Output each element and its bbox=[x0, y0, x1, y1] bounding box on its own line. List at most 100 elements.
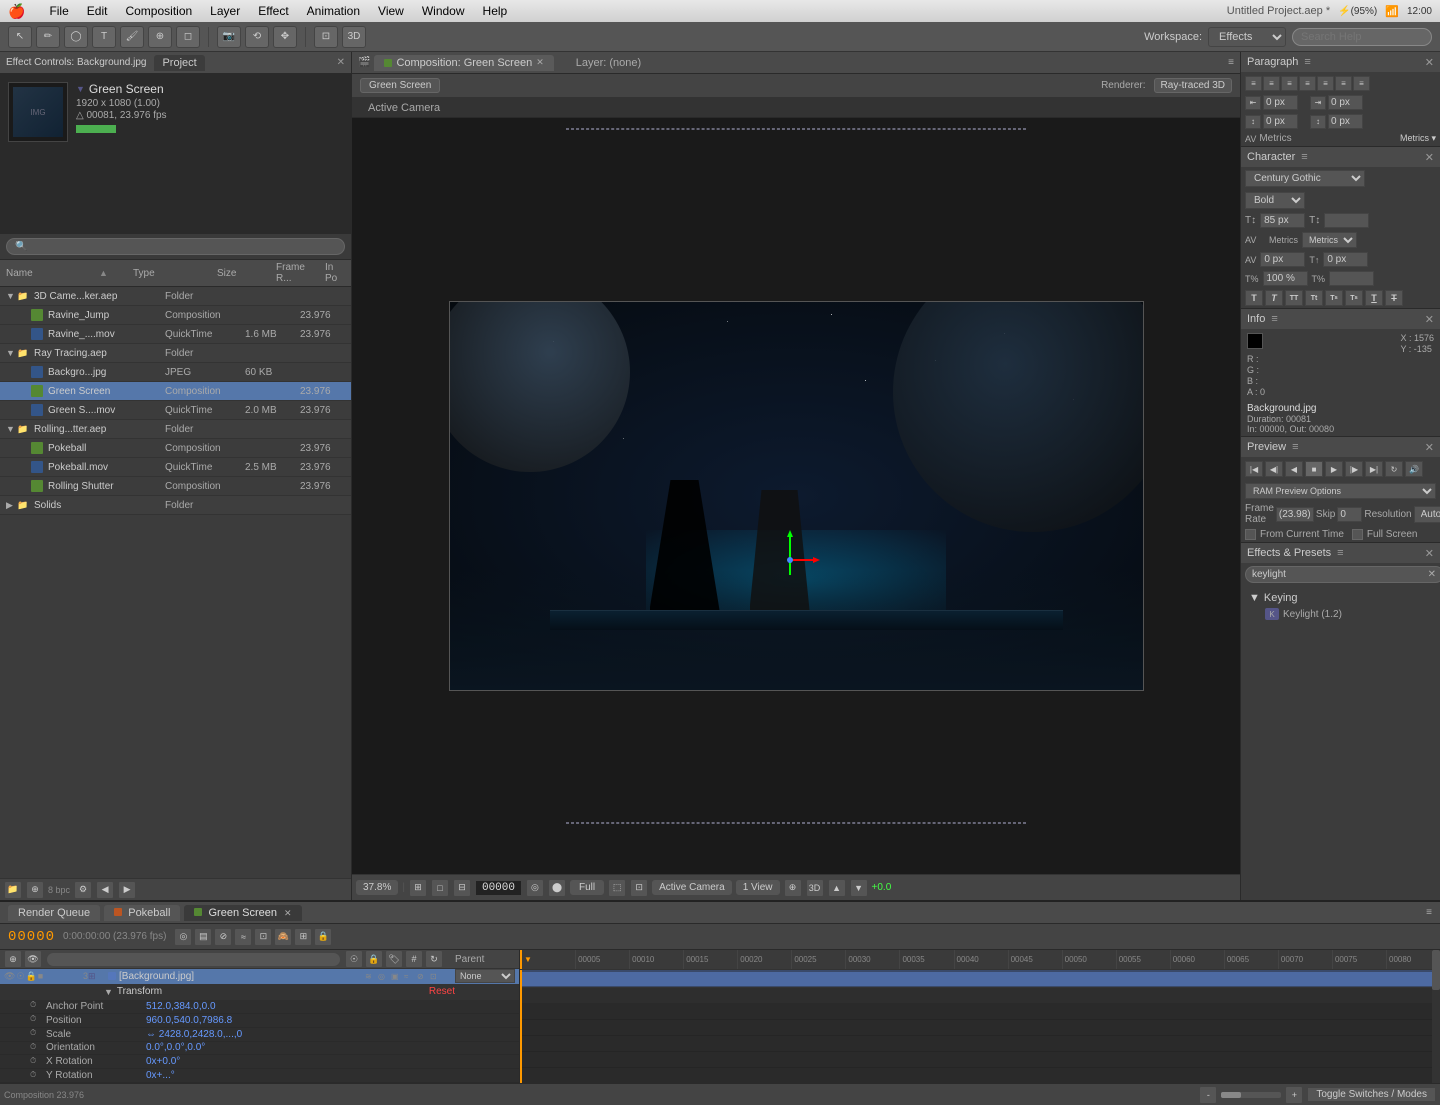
workspace-dropdown[interactable]: Effects bbox=[1208, 27, 1286, 47]
green-screen-tab-close[interactable]: ✕ bbox=[284, 908, 292, 918]
list-item[interactable]: ▼ 📁 Rolling...tter.aep Folder bbox=[0, 420, 351, 439]
list-item[interactable]: Green Screen Composition 23.976 bbox=[0, 382, 351, 401]
timeline-scrollbar-v[interactable] bbox=[1432, 950, 1440, 1083]
layer-row-background[interactable]: 👁 ☉ 🔒 ■ 3 ⊞ [Background.jpg] ≋ bbox=[0, 969, 519, 985]
draft-3d[interactable]: 3D bbox=[806, 879, 824, 897]
prop-value-position[interactable]: 960.0,540.0,7986.8 bbox=[146, 1015, 232, 1026]
font-size-input[interactable] bbox=[1260, 213, 1305, 228]
quality-dropdown[interactable]: Full bbox=[570, 880, 604, 895]
switch-6[interactable]: ⊡ bbox=[430, 972, 442, 981]
preview-close[interactable]: ✕ bbox=[1425, 441, 1434, 454]
layer-toggle[interactable]: ▤ bbox=[194, 928, 212, 946]
menu-effect[interactable]: Effect bbox=[250, 2, 296, 20]
toolbar-shape-tool[interactable]: ◯ bbox=[64, 26, 88, 48]
menu-help[interactable]: Help bbox=[475, 2, 516, 20]
collapse-toggle[interactable]: ⊞ bbox=[294, 928, 312, 946]
comment-btn[interactable]: # bbox=[405, 950, 423, 968]
toggle-switches-button[interactable]: Toggle Switches / Modes bbox=[1307, 1087, 1436, 1102]
live-update-toggle[interactable]: ⊡ bbox=[254, 928, 272, 946]
show-render[interactable]: ▼ bbox=[850, 879, 868, 897]
render-toggle[interactable]: ⊕ bbox=[784, 879, 802, 897]
menu-animation[interactable]: Animation bbox=[299, 2, 368, 20]
layer-color-label[interactable] bbox=[108, 972, 116, 980]
text-all-caps-btn[interactable]: TT bbox=[1285, 290, 1303, 306]
text-small-caps-btn[interactable]: Tt bbox=[1305, 290, 1323, 306]
text-underline-btn[interactable]: T bbox=[1365, 290, 1383, 306]
timeline-zoom-slider[interactable] bbox=[1221, 1092, 1281, 1098]
list-item[interactable]: Ravine_Jump Composition 23.976 bbox=[0, 306, 351, 325]
list-item[interactable]: Pokeball.mov QuickTime 2.5 MB 23.976 bbox=[0, 458, 351, 477]
expand-arrow[interactable]: ▼ bbox=[6, 348, 16, 358]
align-left-btn[interactable]: ≡ bbox=[1245, 76, 1262, 91]
justify-left-btn[interactable]: ≡ bbox=[1299, 76, 1316, 91]
toolbar-pen-tool[interactable]: ✏ bbox=[36, 26, 60, 48]
resolution-toggle[interactable]: ⊞ bbox=[409, 879, 427, 897]
info-close[interactable]: ✕ bbox=[1425, 313, 1434, 326]
show-layer[interactable]: ▲ bbox=[828, 879, 846, 897]
tab-green-screen[interactable]: Green Screen ✕ bbox=[184, 905, 301, 921]
text-italic-btn[interactable]: T bbox=[1265, 290, 1283, 306]
refresh-btn[interactable]: ↻ bbox=[425, 950, 443, 968]
project-scroll-left[interactable]: ◀ bbox=[96, 881, 114, 899]
pixel-aspect[interactable]: ⊡ bbox=[630, 879, 648, 897]
timeline-timecode-display[interactable]: 00000 bbox=[8, 929, 55, 945]
panel-close-left[interactable]: ✕ bbox=[337, 57, 345, 68]
prop-stopwatch-scale[interactable]: ⏱ bbox=[30, 1028, 42, 1040]
switch-2[interactable]: ◎ bbox=[378, 972, 390, 981]
menu-view[interactable]: View bbox=[370, 2, 412, 20]
step-fwd-btn[interactable]: |▶ bbox=[1345, 461, 1363, 477]
prop-value-x-rotation[interactable]: 0x+0.0° bbox=[146, 1056, 180, 1067]
comp-tab-close[interactable]: ✕ bbox=[536, 57, 544, 68]
effects-search-clear[interactable]: ✕ bbox=[1428, 569, 1436, 580]
menu-layer[interactable]: Layer bbox=[202, 2, 248, 20]
label-btn[interactable]: 🏷 bbox=[385, 950, 403, 968]
skip-input[interactable] bbox=[1337, 507, 1362, 522]
menu-edit[interactable]: Edit bbox=[79, 2, 116, 20]
character-close[interactable]: ✕ bbox=[1425, 151, 1434, 164]
space-before-input[interactable] bbox=[1263, 114, 1298, 129]
toolbar-select-tool[interactable]: ↖ bbox=[8, 26, 32, 48]
indent-right-input[interactable] bbox=[1328, 95, 1363, 110]
prop-stopwatch-anchor[interactable]: ⏱ bbox=[30, 1000, 42, 1012]
text-super-btn[interactable]: Ts bbox=[1325, 290, 1343, 306]
prop-stopwatch-position[interactable]: ⏱ bbox=[30, 1014, 42, 1026]
align-center-btn[interactable]: ≡ bbox=[1263, 76, 1280, 91]
timeline-options[interactable]: ≡ bbox=[1426, 907, 1432, 918]
comp-panel-options[interactable]: ≡ bbox=[1228, 57, 1234, 68]
prop-value-y-rotation[interactable]: 0x+...° bbox=[146, 1070, 175, 1081]
effects-item-keylight[interactable]: K Keylight (1.2) bbox=[1245, 606, 1436, 622]
transform-arrow[interactable]: ▼ bbox=[104, 987, 113, 997]
toolbar-eraser-tool[interactable]: ◻ bbox=[176, 26, 200, 48]
resolution-dropdown[interactable]: Auto bbox=[1414, 506, 1440, 523]
justify-all-btn[interactable]: ≡ bbox=[1353, 76, 1370, 91]
switch-3[interactable]: ▣ bbox=[391, 972, 403, 981]
step-back-btn[interactable]: ◀| bbox=[1265, 461, 1283, 477]
prop-stopwatch-x-rotation[interactable]: ⏱ bbox=[30, 1056, 42, 1068]
loop-btn[interactable]: ↻ bbox=[1385, 461, 1403, 477]
view-button-green-screen[interactable]: Green Screen bbox=[360, 78, 440, 93]
play-back-btn[interactable]: ◀ bbox=[1285, 461, 1303, 477]
switch-4[interactable]: ≈ bbox=[404, 972, 416, 981]
font-style-dropdown[interactable]: Bold bbox=[1245, 192, 1305, 209]
view-count-dropdown[interactable]: 1 View bbox=[736, 880, 780, 895]
text-bold-btn[interactable]: T bbox=[1245, 290, 1263, 306]
motion-blur-toggle[interactable]: ⊘ bbox=[214, 928, 232, 946]
effects-options[interactable]: ≡ bbox=[1337, 547, 1343, 559]
track-layer-background[interactable] bbox=[520, 970, 1440, 988]
timeline-zoom-out[interactable]: - bbox=[1199, 1086, 1217, 1104]
info-options[interactable]: ≡ bbox=[1271, 313, 1277, 325]
parent-dropdown[interactable]: None bbox=[455, 969, 515, 983]
stop-btn[interactable]: ■ bbox=[1305, 461, 1323, 477]
lock-all-btn[interactable]: 🔒 bbox=[365, 950, 383, 968]
list-item[interactable]: ▶ 📁 Solids Folder bbox=[0, 496, 351, 515]
text-sub-btn[interactable]: Ts bbox=[1345, 290, 1363, 306]
space-after-icon[interactable]: ↕ bbox=[1310, 115, 1326, 129]
timeline-zoom-in[interactable]: + bbox=[1285, 1086, 1303, 1104]
layer-name[interactable]: [Background.jpg] bbox=[119, 971, 194, 982]
layer-search-input[interactable] bbox=[46, 952, 341, 967]
expand-arrow[interactable]: ▼ bbox=[6, 291, 16, 301]
leading-input[interactable] bbox=[1324, 213, 1369, 228]
zoom-dropdown[interactable]: 37.8% bbox=[356, 880, 398, 895]
v-scale-input[interactable] bbox=[1329, 271, 1374, 286]
kerning-input[interactable] bbox=[1260, 252, 1305, 267]
